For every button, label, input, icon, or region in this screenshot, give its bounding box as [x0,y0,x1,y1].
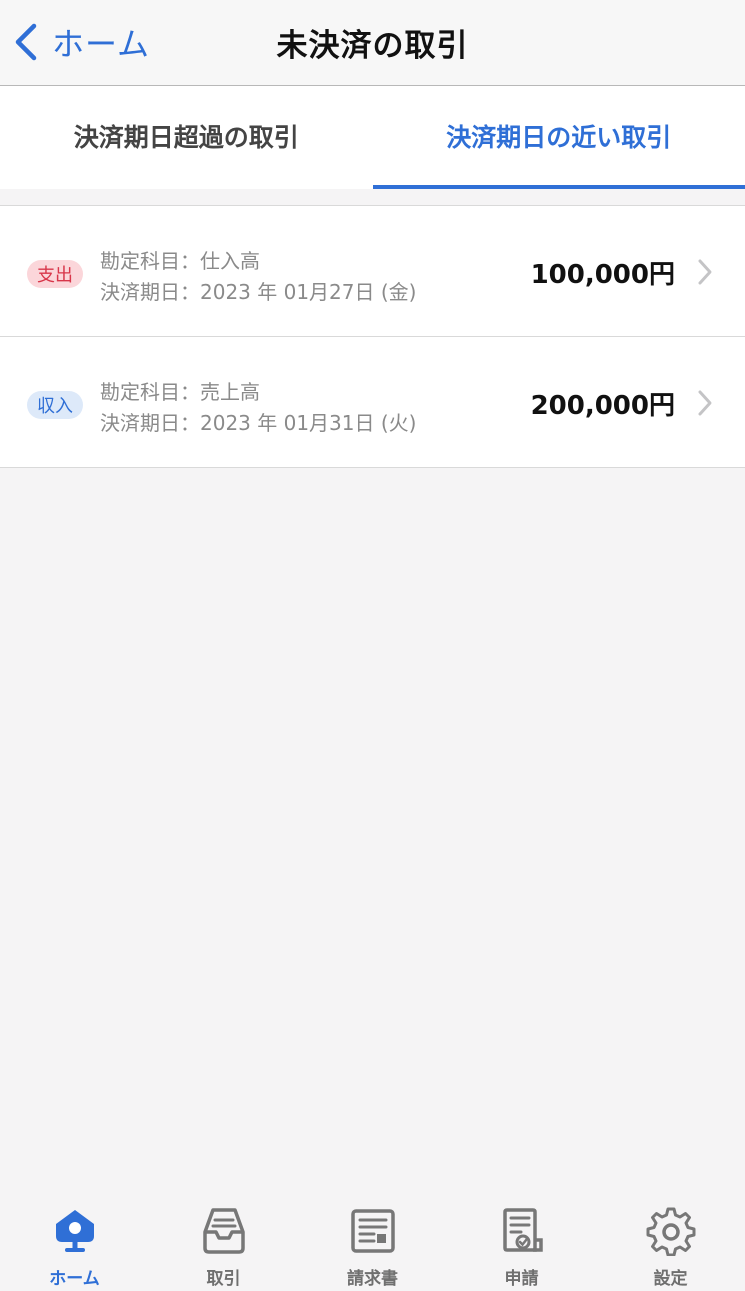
due-date-label: 決済期日：2023 年 01月31日 (火) [100,411,417,435]
chevron-right-icon [698,259,712,285]
tabbar-item-invoices[interactable]: 請求書 [298,1192,447,1291]
income-badge: 収入 [27,391,83,419]
transaction-row[interactable]: 収入 勘定科目：売上高 決済期日：2023 年 01月31日 (火) 200,0… [0,337,745,468]
transaction-meta: 勘定科目：売上高 決済期日：2023 年 01月31日 (火) [100,377,416,439]
account-label: 勘定科目：売上高 [100,380,260,404]
navigation-bar: ホーム 未決済の取引 [0,0,745,86]
tray-icon [202,1208,245,1254]
page-title: 未決済の取引 [276,28,469,64]
gear-icon [646,1207,695,1256]
tabbar-label: 取引 [206,1269,241,1289]
tabbar-item-transactions[interactable]: 取引 [149,1192,298,1291]
tab-due-soon[interactable]: 決済期日の近い取引 [372,86,745,189]
tabbar-item-home[interactable]: ホーム [0,1192,149,1291]
segment-tabs: 決済期日超過の取引 決済期日の近い取引 [0,86,745,189]
tabbar-label: 設定 [653,1269,688,1289]
invoice-icon [350,1209,395,1253]
tabbar-label: 請求書 [347,1269,398,1289]
chevron-right-icon [698,390,712,416]
tabbar-label: 申請 [504,1269,539,1289]
expense-badge: 支出 [27,260,83,288]
bottom-tab-bar: ホーム 取引 請求書 申請 設定 [0,1192,745,1291]
tabbar-item-applications[interactable]: 申請 [447,1192,596,1291]
tabbar-item-settings[interactable]: 設定 [596,1192,745,1291]
tabbar-label: ホーム [49,1269,100,1289]
application-icon [502,1208,543,1252]
transaction-amount: 200,000円 [530,391,675,421]
transaction-meta: 勘定科目：仕入高 決済期日：2023 年 01月27日 (金) [100,246,416,308]
transaction-row[interactable]: 支出 勘定科目：仕入高 決済期日：2023 年 01月27日 (金) 100,0… [0,206,745,337]
tab-overdue[interactable]: 決済期日超過の取引 [0,86,373,189]
due-date-label: 決済期日：2023 年 01月27日 (金) [100,280,417,304]
transaction-amount: 100,000円 [530,260,675,290]
transaction-list: 支出 勘定科目：仕入高 決済期日：2023 年 01月27日 (金) 100,0… [0,205,745,468]
home-icon [55,1210,94,1252]
account-label: 勘定科目：仕入高 [100,249,260,273]
